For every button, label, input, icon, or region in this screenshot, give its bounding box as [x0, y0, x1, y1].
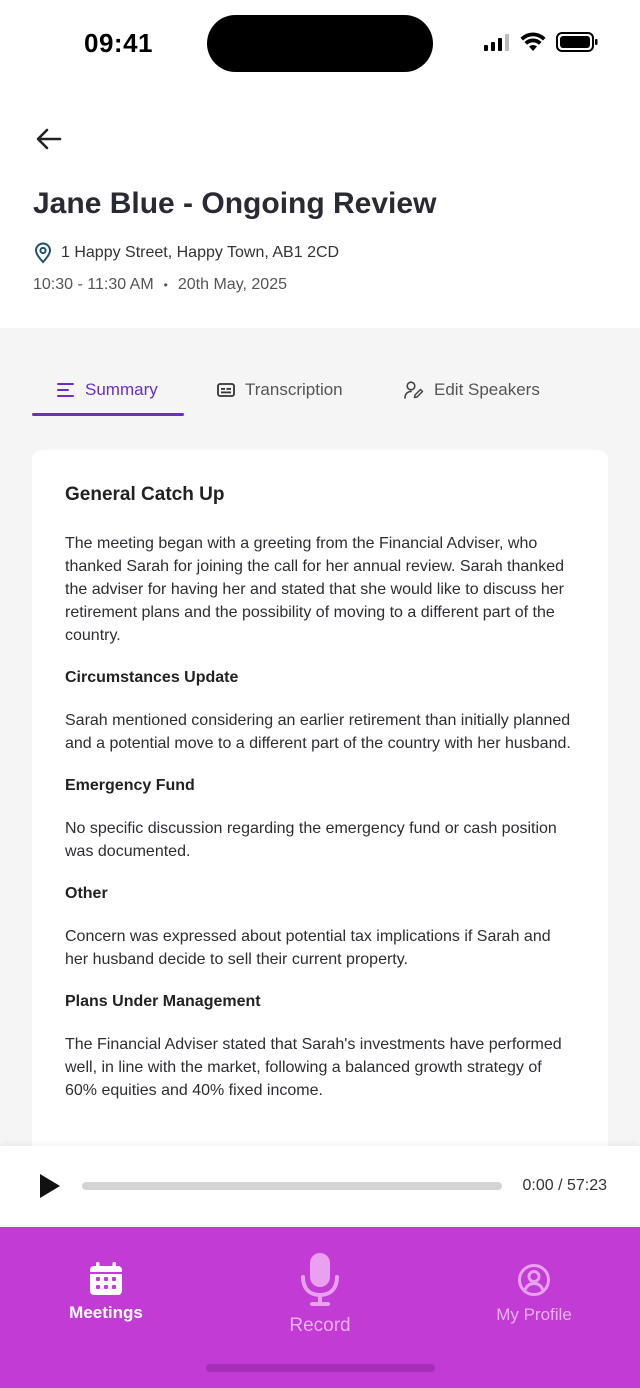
- time-row: 10:30 - 11:30 AM • 20th May, 2025: [33, 276, 287, 294]
- play-icon[interactable]: [38, 1173, 62, 1199]
- status-time: 09:41: [84, 28, 153, 58]
- summary-heading: General Catch Up: [65, 484, 225, 505]
- meeting-header: Jane Blue - Ongoing Review 1 Happy Stree…: [0, 90, 640, 328]
- nav-record[interactable]: Record: [280, 1251, 360, 1337]
- list-icon: [57, 383, 74, 397]
- summary-card[interactable]: General Catch Up The meeting began with …: [32, 450, 608, 1170]
- meeting-date: 20th May, 2025: [177, 276, 287, 293]
- audio-player: 0:00 / 57:23: [0, 1146, 640, 1227]
- meeting-time: 10:30 - 11:30 AM: [33, 276, 154, 293]
- tab-edit-speakers-label: Edit Speakers: [434, 380, 540, 399]
- section-title: Other: [65, 885, 108, 902]
- home-indicator[interactable]: [206, 1364, 435, 1372]
- captions-icon: [217, 383, 235, 397]
- tab-transcription[interactable]: Transcription: [217, 362, 343, 418]
- dynamic-island: [207, 15, 433, 72]
- meeting-address: 1 Happy Street, Happy Town, AB1 2CD: [61, 244, 340, 261]
- section-title: Emergency Fund: [65, 777, 195, 794]
- location-pin-icon: [34, 242, 52, 264]
- section-body: No specific discussion regarding the eme…: [65, 820, 557, 860]
- status-bar: 09:41: [0, 0, 640, 90]
- tab-transcription-label: Transcription: [245, 380, 343, 399]
- player-time: 0:00 / 57:23: [522, 1177, 607, 1194]
- tab-bar: Summary Transcription Edit Speakers: [0, 362, 640, 418]
- active-tab-indicator: [32, 413, 184, 416]
- nav-meetings[interactable]: Meetings: [68, 1261, 144, 1323]
- battery-icon: [556, 32, 598, 52]
- signal-icon: [484, 34, 509, 51]
- tab-edit-speakers[interactable]: Edit Speakers: [404, 362, 540, 418]
- microphone-icon: [301, 1253, 339, 1306]
- section-body: Sarah mentioned considering an earlier r…: [65, 712, 571, 752]
- tab-summary-label: Summary: [85, 380, 158, 399]
- user-circle-icon: [518, 1264, 550, 1296]
- section-title: Circumstances Update: [65, 669, 239, 686]
- calendar-icon: [90, 1262, 122, 1295]
- back-button[interactable]: [32, 122, 66, 156]
- address-row: 1 Happy Street, Happy Town, AB1 2CD: [33, 242, 339, 264]
- section-body: Concern was expressed about potential ta…: [65, 928, 551, 968]
- nav-profile[interactable]: My Profile: [486, 1263, 582, 1325]
- audio-progress-bar[interactable]: [82, 1182, 502, 1190]
- section-body: The Financial Adviser stated that Sarah'…: [65, 1036, 562, 1099]
- user-edit-icon: [404, 381, 424, 399]
- nav-profile-label: My Profile: [496, 1305, 572, 1324]
- section-title: Plans Under Management: [65, 993, 261, 1010]
- tab-summary[interactable]: Summary: [57, 362, 158, 418]
- separator-dot: •: [163, 278, 168, 292]
- page-title: Jane Blue - Ongoing Review: [33, 187, 437, 220]
- nav-meetings-label: Meetings: [69, 1303, 143, 1322]
- nav-record-label: Record: [289, 1315, 351, 1336]
- arrow-left-icon: [36, 128, 62, 150]
- wifi-icon: [520, 32, 546, 51]
- summary-intro: The meeting began with a greeting from t…: [65, 535, 564, 644]
- status-icons: [484, 32, 598, 52]
- bottom-nav: Meetings Record My Profile: [0, 1227, 640, 1388]
